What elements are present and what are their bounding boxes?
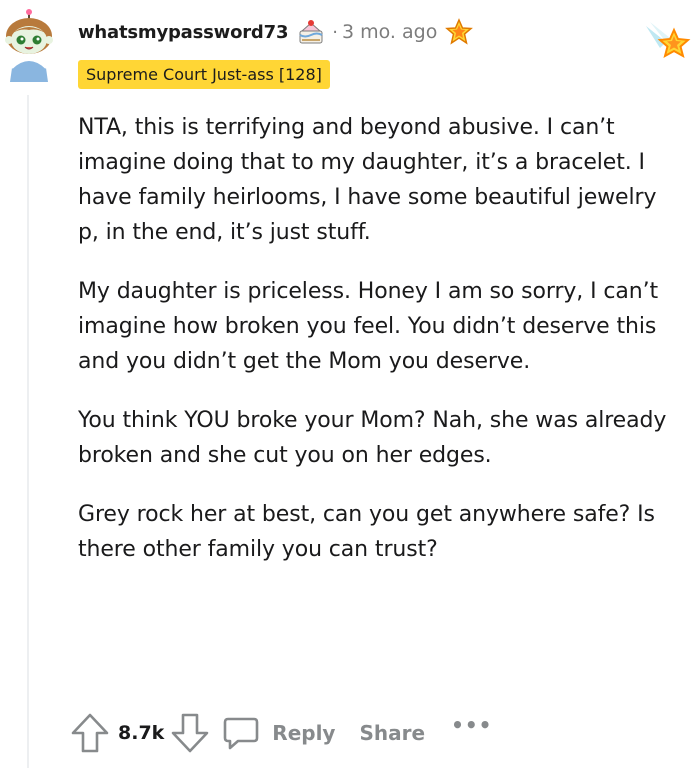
upvote-arrow-icon: [71, 713, 109, 753]
reply-button[interactable]: Reply: [222, 714, 335, 752]
timestamp[interactable]: 3 mo. ago: [342, 21, 437, 43]
upvote-button[interactable]: [70, 712, 110, 754]
shooting-star-award-icon[interactable]: [644, 20, 692, 68]
user-flair: Supreme Court Just-ass [128]: [78, 60, 330, 89]
cake-icon: [299, 20, 323, 44]
comment-bubble-icon: [223, 717, 259, 750]
thread-line[interactable]: [27, 95, 29, 768]
comment-header: whatsmypassword73 · 3 mo. ago: [78, 14, 474, 50]
vote-count: 8.7k: [118, 722, 165, 744]
comment-paragraph: NTA, this is terrifying and beyond abusi…: [78, 115, 657, 245]
snoo-avatar-icon[interactable]: [2, 8, 56, 82]
separator-dot: ·: [332, 21, 338, 43]
downvote-arrow-icon: [171, 713, 209, 753]
share-button[interactable]: Share: [359, 721, 425, 745]
comment-action-bar: 8.7k Reply Share •••: [70, 708, 492, 758]
comment: whatsmypassword73 · 3 mo. ago Supreme Co…: [0, 0, 700, 768]
comment-paragraph: You think YOU broke your Mom? Nah, she w…: [78, 408, 667, 468]
downvote-button[interactable]: [170, 712, 210, 754]
more-options-icon[interactable]: •••: [451, 713, 492, 737]
username-link[interactable]: whatsmypassword73: [78, 22, 288, 43]
star-award-icon[interactable]: [445, 18, 474, 46]
reply-label: Reply: [272, 721, 336, 745]
comment-body: NTA, this is terrifying and beyond abusi…: [78, 110, 683, 591]
comment-paragraph: Grey rock her at best, can you get anywh…: [78, 502, 655, 562]
comment-paragraph: My daughter is priceless. Honey I am so …: [78, 279, 659, 374]
